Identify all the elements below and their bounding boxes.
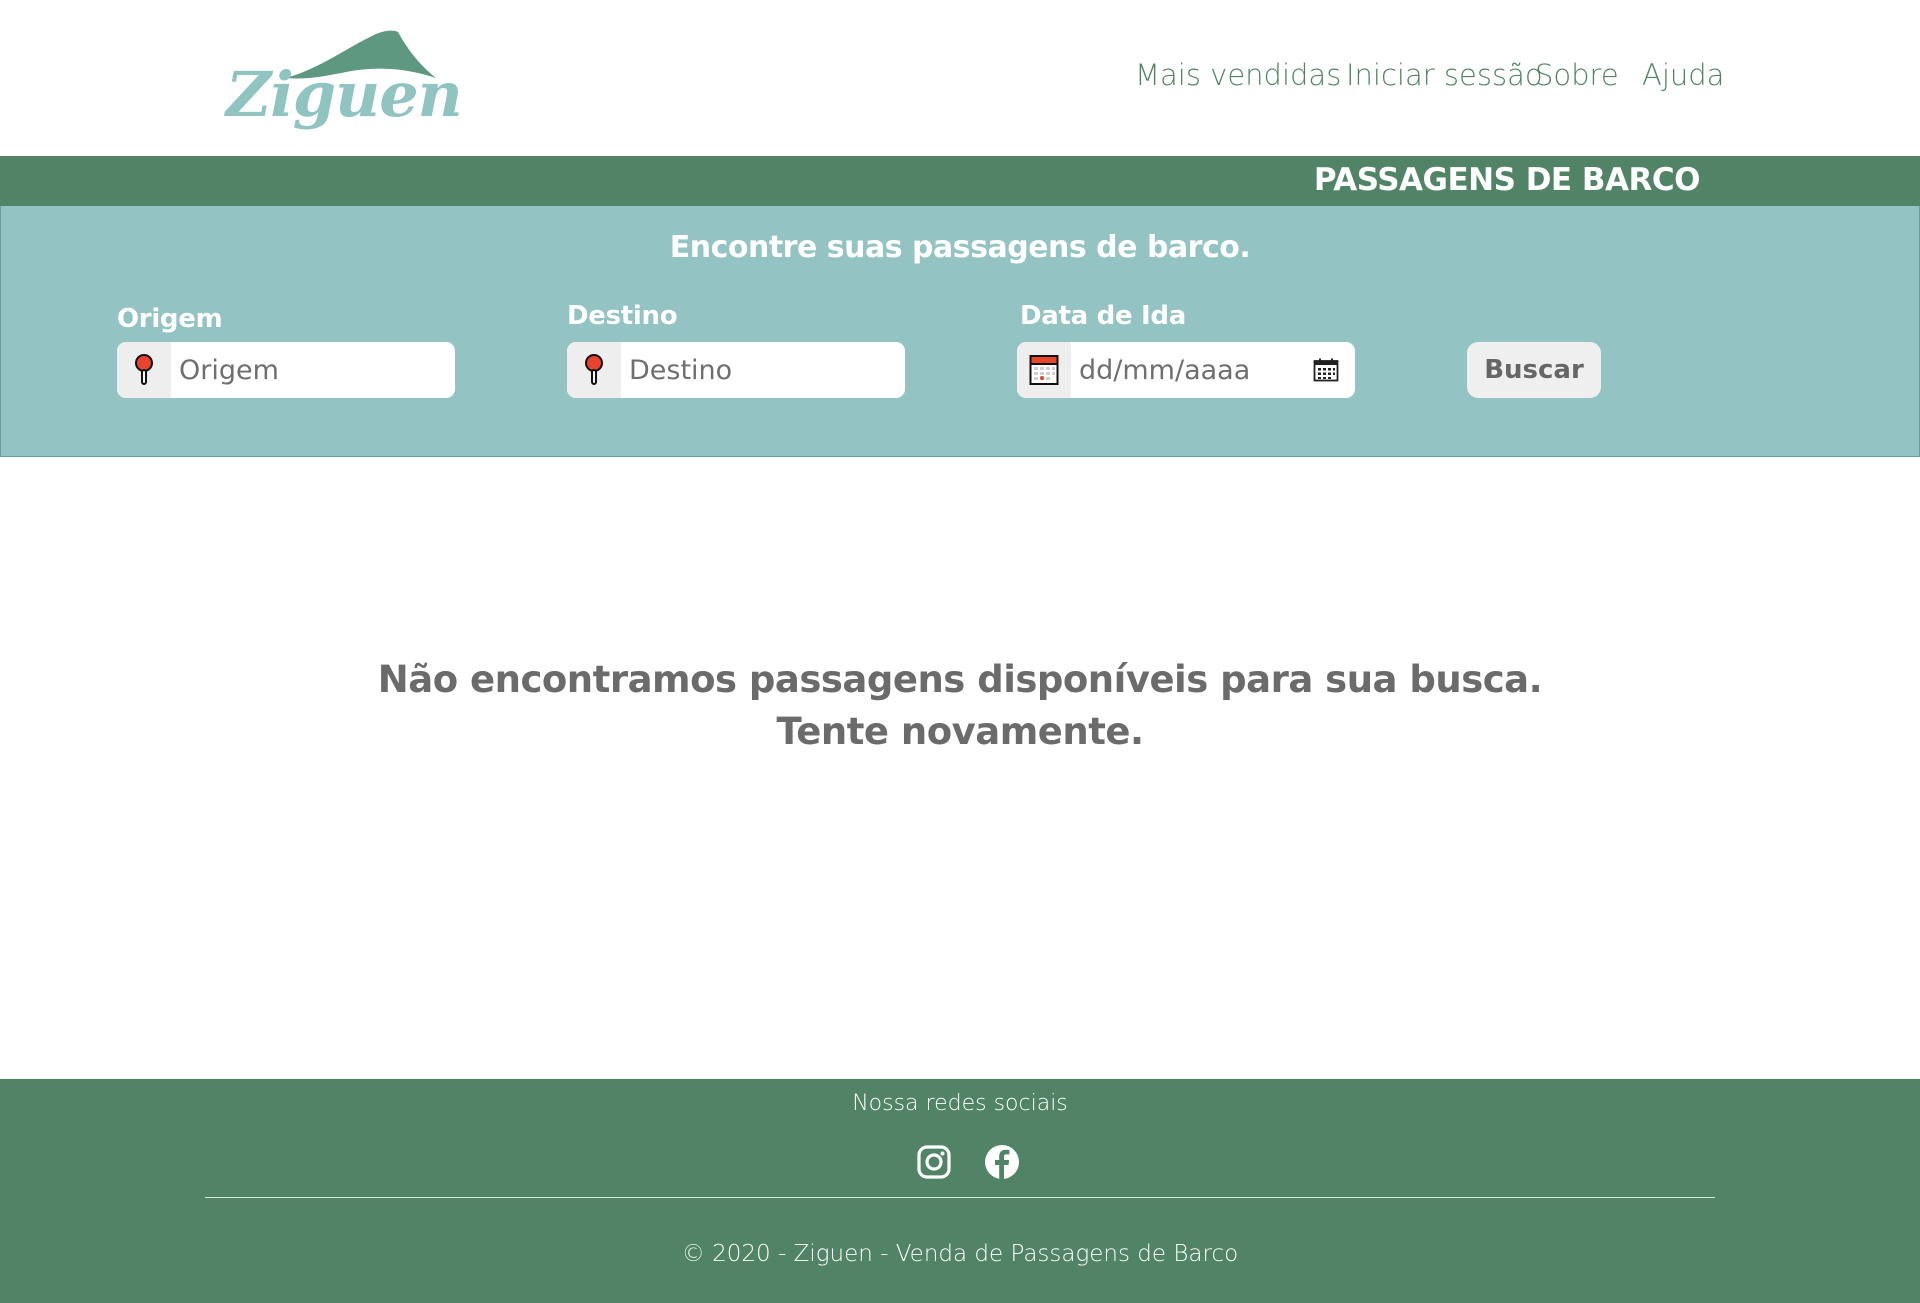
banner-title: PASSAGENS DE BARCO [1313,162,1701,198]
nav-iniciar-sessao[interactable]: Iniciar sessão [1346,58,1543,92]
map-pin-icon [117,342,171,398]
ziguen-logo[interactable]: Ziguen [226,28,463,144]
buscar-button[interactable]: Buscar [1467,342,1601,398]
search-panel: Encontre suas passagens de barco. Origem… [0,206,1920,457]
calendar-picker-icon[interactable] [1313,358,1339,382]
nav-ajuda[interactable]: Ajuda [1642,58,1724,92]
logo-text: Ziguen [226,58,463,131]
site-header: Ziguen Mais vendidas Iniciar sessão Sobr… [0,0,1920,156]
no-results-line-1: Não encontramos passagens disponíveis pa… [377,658,1543,701]
nav-sobre[interactable]: Sobre [1535,58,1619,92]
copyright-text: © 2020 - Ziguen - Venda de Passagens de … [681,1241,1239,1267]
origem-field [117,342,455,398]
destino-label: Destino [567,301,678,331]
map-pin-icon [567,342,621,398]
data-ida-input[interactable] [1071,342,1301,398]
data-ida-field [1017,342,1355,398]
site-footer: Nossa redes sociais © 2020 - Ziguen - Ve… [0,1079,1920,1303]
no-results-message: Não encontramos passagens disponíveis pa… [0,654,1920,758]
footer-divider [205,1197,1715,1198]
section-banner: PASSAGENS DE BARCO [0,156,1920,206]
destino-input[interactable] [621,342,905,398]
data-ida-label: Data de Ida [1020,301,1186,331]
search-heading: Encontre suas passagens de barco. [669,230,1251,265]
origem-input[interactable] [171,342,455,398]
no-results-line-2: Tente novamente. [776,710,1144,753]
destino-field [567,342,905,398]
calendar-icon [1017,342,1071,398]
nav-mais-vendidas[interactable]: Mais vendidas [1135,58,1341,92]
facebook-icon[interactable] [984,1144,1020,1180]
origem-label: Origem [117,304,223,334]
instagram-icon[interactable] [916,1144,952,1180]
social-title: Nossa redes sociais [852,1091,1068,1116]
